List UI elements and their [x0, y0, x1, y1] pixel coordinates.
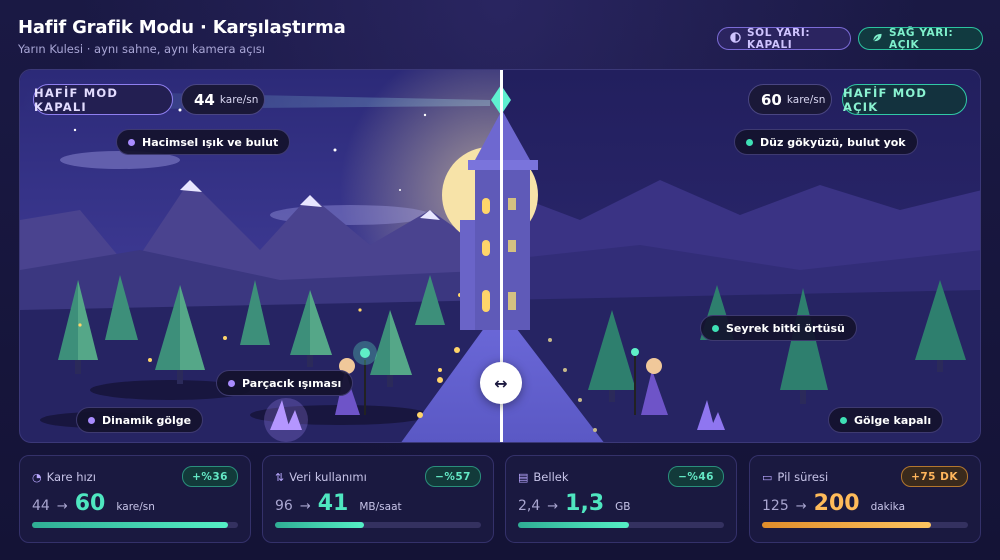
scene-tag: Parçacık ışıması — [216, 370, 354, 396]
leaf-icon — [871, 32, 883, 46]
right-half-status-pill[interactable]: SAĞ YARI: AÇIK — [858, 26, 983, 51]
stat-label: Kare hızı — [46, 470, 96, 484]
stat-from-value: 44 — [32, 498, 50, 514]
scene-tag: Hacimsel ışık ve bulut — [116, 129, 291, 155]
right-half-status-label: SAĞ YARI: AÇIK — [889, 26, 954, 51]
stat-progress-fill — [762, 522, 931, 528]
left-half-status-pill[interactable]: SOL YARI: KAPALI — [717, 26, 851, 51]
right-fps-badge: 60 kare/sn — [748, 84, 832, 115]
memory-icon: ▤ — [518, 470, 529, 484]
purple-dot-icon — [228, 379, 235, 387]
half-circle-icon — [730, 31, 741, 46]
stat-to-value: 41 — [317, 491, 349, 516]
stat-progress-fill — [32, 522, 228, 528]
scene-tag-label: Düz gökyüzü, bulut yok — [760, 135, 906, 149]
scene-tag: Seyrek bitki örtüsü — [700, 315, 857, 341]
arrow-right-icon: → — [299, 499, 311, 514]
right-fps-value: 60 — [761, 90, 782, 109]
scene-tag-label: Seyrek bitki örtüsü — [726, 321, 845, 335]
stat-to-value: 60 — [74, 491, 106, 516]
stat-card-memory: ▤ Bellek −%46 2,4 → 1,3 GB — [505, 455, 737, 543]
right-mode-badge: HAFİF MOD AÇIK — [842, 84, 967, 115]
teal-dot-icon — [712, 324, 719, 332]
stat-card-data-usage: ⇅ Veri kullanımı −%57 96 → 41 MB/saat — [262, 455, 494, 543]
stat-from-value: 96 — [275, 498, 293, 514]
stat-unit: dakika — [870, 501, 906, 513]
battery-icon: ▭ — [762, 470, 773, 484]
stat-label: Pil süresi — [777, 470, 829, 484]
stat-progress-track — [32, 522, 238, 528]
stat-to-value: 1,3 — [565, 491, 605, 516]
stat-delta-badge: +%36 — [182, 466, 238, 487]
arrow-right-icon: → — [56, 499, 68, 514]
scene-tag-label: Gölge kapalı — [854, 413, 932, 427]
stat-to-value: 200 — [813, 491, 860, 516]
left-fps-unit: kare/sn — [219, 93, 259, 106]
purple-dot-icon — [88, 416, 95, 424]
purple-dot-icon — [128, 138, 135, 146]
gauge-icon: ◔ — [32, 470, 42, 484]
left-mode-badge: HAFİF MOD KAPALI — [33, 84, 173, 115]
stat-progress-track — [275, 522, 481, 528]
transfer-icon: ⇅ — [275, 470, 285, 484]
scene-tag-label: Dinamik gölge — [102, 413, 192, 427]
scene-tag: Gölge kapalı — [828, 407, 944, 433]
teal-dot-icon — [746, 138, 753, 146]
stat-unit: kare/sn — [116, 501, 155, 513]
stat-progress-track — [518, 522, 724, 528]
stat-from-value: 2,4 — [518, 498, 541, 514]
split-slider-handle[interactable]: ↔ — [480, 362, 522, 404]
page-title: Hafif Grafik Modu · Karşılaştırma — [18, 17, 346, 38]
teal-dot-icon — [840, 416, 847, 424]
page-subtitle: Yarın Kulesi · aynı sahne, aynı kamera a… — [18, 42, 265, 56]
left-fps-badge: 44 kare/sn — [181, 84, 265, 115]
stat-progress-fill — [275, 522, 364, 528]
scene-tag-label: Hacimsel ışık ve bulut — [142, 135, 279, 149]
stat-card-battery-life: ▭ Pil süresi +75 DK 125 → 200 dakika — [749, 455, 981, 543]
scene-tag-label: Parçacık ışıması — [242, 376, 342, 390]
stat-progress-fill — [518, 522, 630, 528]
left-half-status-label: SOL YARI: KAPALI — [747, 26, 811, 51]
arrow-right-icon: → — [547, 499, 559, 514]
stat-progress-track — [762, 522, 968, 528]
stat-unit: MB/saat — [359, 501, 402, 513]
stat-unit: GB — [615, 501, 631, 513]
stat-label: Veri kullanımı — [289, 470, 367, 484]
stat-label: Bellek — [533, 470, 569, 484]
stat-from-value: 125 — [762, 498, 789, 514]
stat-card-frame-rate: ◔ Kare hızı +%36 44 → 60 kare/sn — [19, 455, 251, 543]
stat-delta-badge: −%46 — [668, 466, 724, 487]
scene-tag: Düz gökyüzü, bulut yok — [734, 129, 918, 155]
stat-delta-badge: −%57 — [425, 466, 481, 487]
right-fps-unit: kare/sn — [786, 93, 826, 106]
stat-delta-badge: +75 DK — [901, 466, 968, 487]
scene-tag: Dinamik gölge — [76, 407, 204, 433]
left-fps-value: 44 — [194, 90, 215, 109]
arrow-right-icon: → — [795, 499, 807, 514]
